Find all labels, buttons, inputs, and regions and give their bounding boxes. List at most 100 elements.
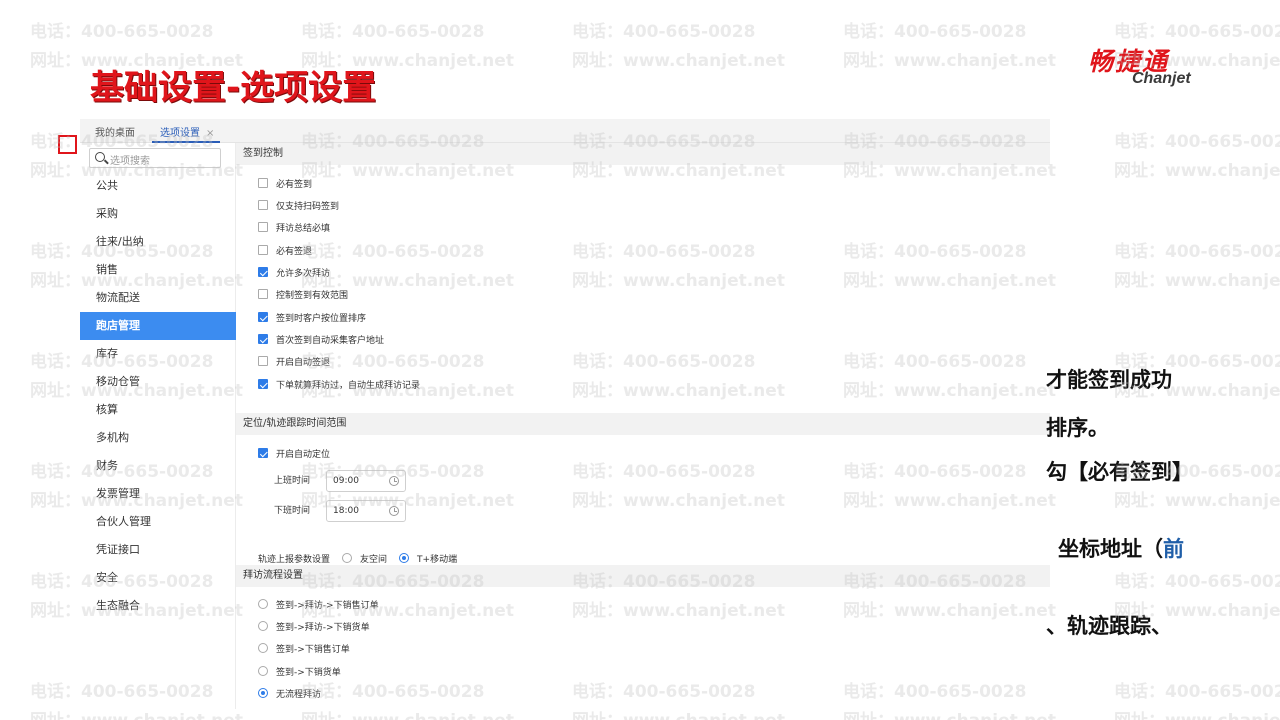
sidebar-item-invoice[interactable]: 发票管理 [80, 480, 236, 508]
radio-flow-3[interactable] [258, 643, 268, 653]
option-auto-locate[interactable]: 开启自动定位 [258, 447, 330, 463]
sidebar-item-multi-org[interactable]: 多机构 [80, 424, 236, 452]
sidebar-item-voucher-interface[interactable]: 凭证接口 [80, 536, 236, 564]
option-auto-collect-address[interactable]: 首次签到自动采集客户地址 [258, 333, 384, 349]
close-icon[interactable]: × [206, 128, 214, 139]
option-label: 首次签到自动采集客户地址 [276, 336, 385, 346]
option-required-checkout[interactable]: 必有签退 [258, 244, 312, 260]
watermark-phone: 电话：400-665-0028 [1114, 572, 1280, 592]
option-required-checkin[interactable]: 必有签到 [258, 177, 312, 193]
sidebar-item-purchase[interactable]: 采购 [80, 200, 236, 228]
watermark-site: 网址：www.chanjet.net [1114, 161, 1280, 181]
radio-flow-4[interactable] [258, 666, 268, 676]
watermark-text: 电话：400-665-0028 网址：www.chanjet.net [843, 18, 1056, 76]
checkbox-checkin-range[interactable] [258, 289, 268, 299]
sidebar-item-sales[interactable]: 销售 [80, 256, 236, 284]
radio-label: T+移动端 [417, 555, 458, 565]
note-fragment-5: 、轨迹跟踪、 [1046, 614, 1172, 638]
option-label: 仅支持扫码签到 [276, 202, 340, 212]
option-label: 签到时客户按位置排序 [276, 314, 367, 324]
watermark-text: 电话：400-665-0028 网址：www.chanjet.net [572, 18, 785, 76]
tab-options-label: 选项设置 [160, 128, 200, 139]
sidebar-item-store-visit[interactable]: 跑店管理 [80, 312, 236, 340]
work-end-time-input[interactable]: 18:00 [326, 500, 406, 522]
note-fragment-4: 坐标地址（前 [1058, 533, 1184, 563]
watermark-site: 网址：www.chanjet.net [1114, 707, 1280, 720]
checkbox-required-checkin[interactable] [258, 178, 268, 188]
checkbox-order-as-visit[interactable] [258, 379, 268, 389]
work-end-row: 下班时间 18:00 [274, 500, 406, 522]
option-flow-visit-delivery[interactable]: 签到->拜访->下销货单 [258, 620, 370, 636]
option-label: 下单就算拜访过，自动生成拜访记录 [276, 381, 421, 391]
checkbox-required-checkout[interactable] [258, 245, 268, 255]
option-flow-delivery[interactable]: 签到->下销货单 [258, 665, 341, 681]
note-fragment-3: 勾【必有签到】 [1046, 460, 1193, 484]
option-allow-multiple-visits[interactable]: 允许多次拜访 [258, 266, 330, 282]
option-label: 签到->拜访->下销货单 [276, 623, 370, 633]
section-location-tracking: 定位/轨迹跟踪时间范围 [236, 413, 1050, 435]
track-report-label: 轨迹上报参数设置 [258, 555, 331, 565]
option-label: 无流程拜访 [276, 690, 322, 700]
watermark-site: 网址：www.chanjet.net [843, 51, 1056, 71]
tab-my-desktop[interactable]: 我的桌面 [95, 124, 135, 139]
slide-title: 基础设置-选项设置 [90, 68, 377, 108]
note-fragment-4-blue: 前 [1163, 537, 1184, 561]
clock-icon [389, 476, 399, 486]
settings-content: 签到控制 必有签到 仅支持扫码签到 拜访总结必填 必有签退 允许多次拜访 控制签… [236, 143, 1050, 709]
watermark-phone: 电话：400-665-0028 [843, 22, 1027, 42]
option-checkin-range[interactable]: 控制签到有效范围 [258, 288, 348, 304]
logo-english-text: Chanjet [1132, 70, 1191, 87]
sidebar-item-inventory[interactable]: 库存 [80, 340, 236, 368]
option-auto-checkout[interactable]: 开启自动签退 [258, 355, 330, 371]
option-flow-none[interactable]: 无流程拜访 [258, 687, 321, 703]
option-label: 必有签退 [276, 247, 313, 257]
radio-label: 友空间 [360, 555, 388, 565]
work-end-label: 下班时间 [274, 506, 311, 516]
checkbox-auto-locate[interactable] [258, 448, 268, 458]
sidebar-item-ecosystem[interactable]: 生态融合 [80, 592, 236, 620]
watermark-phone: 电话：400-665-0028 [572, 22, 756, 42]
watermark-site: 网址：www.chanjet.net [1114, 491, 1280, 511]
radio-flow-2[interactable] [258, 621, 268, 631]
watermark-phone: 电话：400-665-0028 [30, 22, 214, 42]
radio-flow-1[interactable] [258, 599, 268, 609]
sidebar-item-partner[interactable]: 合伙人管理 [80, 508, 236, 536]
sidebar-item-logistics[interactable]: 物流配送 [80, 284, 236, 312]
checkbox-scan-only[interactable] [258, 200, 268, 210]
sidebar-item-accounts-cashier[interactable]: 往来/出纳 [80, 228, 236, 256]
note-fragment-2: 排序。 [1046, 416, 1109, 440]
watermark-text: 电话：400-665-0028 网址：www.chanjet.net [1114, 678, 1280, 720]
option-visit-summary-required[interactable]: 拜访总结必填 [258, 221, 330, 237]
sidebar-item-mobile-warehouse[interactable]: 移动仓管 [80, 368, 236, 396]
work-start-label: 上班时间 [274, 476, 311, 486]
tab-options-settings[interactable]: 选项设置 × [152, 124, 221, 143]
work-start-value: 09:00 [333, 476, 359, 486]
checkbox-sort-by-location[interactable] [258, 312, 268, 322]
radio-youkongjian[interactable] [342, 553, 353, 563]
options-search-input[interactable]: 选项搜索 [89, 148, 221, 168]
option-label: 控制签到有效范围 [276, 291, 349, 301]
option-sort-by-location[interactable]: 签到时客户按位置排序 [258, 311, 366, 327]
option-order-counts-as-visit[interactable]: 下单就算拜访过，自动生成拜访记录 [258, 378, 420, 394]
sidebar-item-costing[interactable]: 核算 [80, 396, 236, 424]
option-flow-sales-order[interactable]: 签到->下销售订单 [258, 642, 350, 658]
radio-tplus-mobile[interactable] [399, 553, 410, 563]
option-label: 签到->拜访->下销售订单 [276, 601, 379, 611]
option-label: 拜访总结必填 [276, 224, 331, 234]
watermark-site: 网址：www.chanjet.net [572, 51, 785, 71]
option-scan-only-checkin[interactable]: 仅支持扫码签到 [258, 199, 339, 215]
section-visit-flow: 拜访流程设置 [236, 565, 1050, 587]
checkbox-multiple-visits[interactable] [258, 267, 268, 277]
radio-flow-5[interactable] [258, 688, 268, 698]
sidebar-item-finance[interactable]: 财务 [80, 452, 236, 480]
work-start-time-input[interactable]: 09:00 [326, 470, 406, 492]
checkbox-visit-summary[interactable] [258, 222, 268, 232]
sidebar-item-security[interactable]: 安全 [80, 564, 236, 592]
watermark-phone: 电话：400-665-0028 [1114, 242, 1280, 262]
settings-sidebar: 选项搜索 公共 采购 往来/出纳 销售 物流配送 跑店管理 库存 移动仓管 核算… [80, 143, 236, 709]
checkbox-auto-collect-address[interactable] [258, 334, 268, 344]
watermark-text: 电话：400-665-0028 网址：www.chanjet.net [1114, 238, 1280, 296]
option-flow-visit-sales-order[interactable]: 签到->拜访->下销售订单 [258, 598, 379, 614]
sidebar-item-public[interactable]: 公共 [80, 172, 236, 200]
checkbox-auto-checkout[interactable] [258, 356, 268, 366]
